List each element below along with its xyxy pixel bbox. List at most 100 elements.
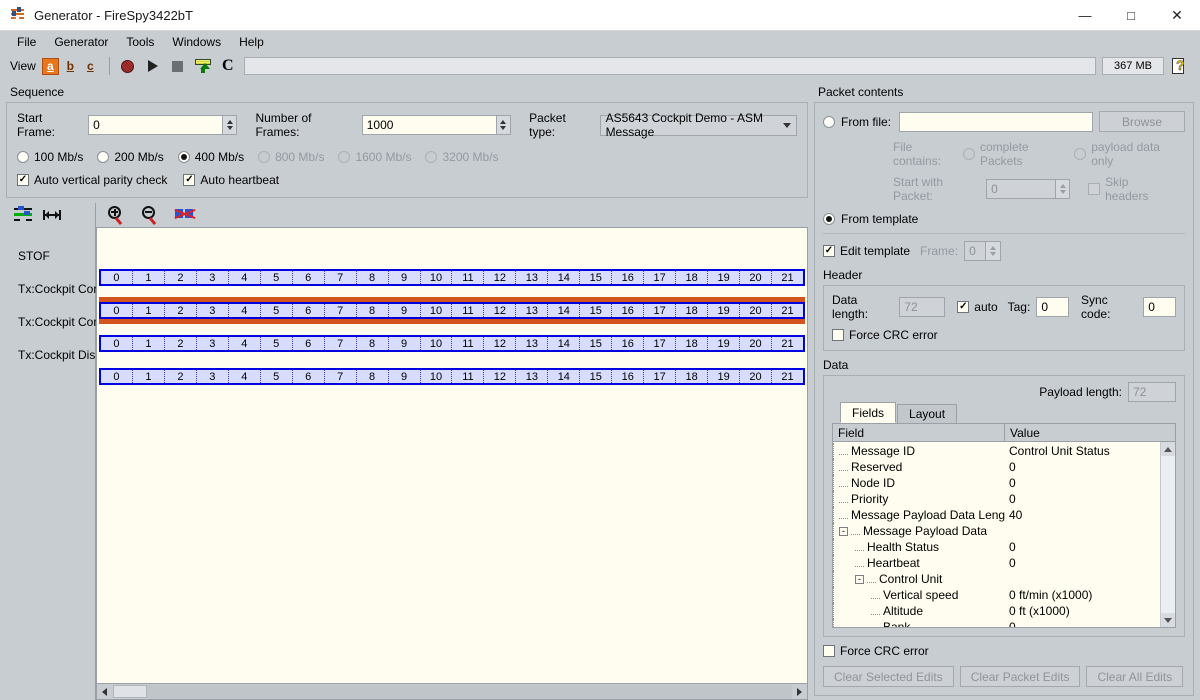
upload-icon[interactable] xyxy=(192,56,214,76)
timeline-cell[interactable]: 17 xyxy=(644,370,677,383)
timeline-cell[interactable]: 8 xyxy=(357,337,389,350)
timeline-cell[interactable]: 10 xyxy=(421,370,453,383)
timeline-hscrollbar[interactable] xyxy=(96,684,808,700)
header-force-crc-checkbox[interactable] xyxy=(832,329,844,341)
auto-vertical-parity-checkbox[interactable]: ✓ xyxy=(17,174,29,186)
timeline-cell[interactable]: 11 xyxy=(452,304,485,317)
close-button[interactable]: ✕ xyxy=(1154,0,1200,31)
timeline-cell[interactable]: 9 xyxy=(389,304,421,317)
view-tab-c[interactable]: c xyxy=(82,58,99,75)
maximize-button[interactable]: □ xyxy=(1108,0,1154,31)
timeline-cell[interactable]: 4 xyxy=(229,337,261,350)
edit-template-checkbox[interactable]: ✓ xyxy=(823,245,835,257)
timeline-cell[interactable]: 6 xyxy=(293,271,325,284)
timeline-cell[interactable]: 2 xyxy=(165,271,197,284)
timeline-cell[interactable]: 17 xyxy=(644,304,677,317)
timeline-cell[interactable]: 5 xyxy=(261,337,293,350)
timeline-cell[interactable]: 7 xyxy=(325,271,357,284)
auto-heartbeat-checkbox[interactable]: ✓ xyxy=(183,174,196,186)
tag-input[interactable]: 0 xyxy=(1036,297,1070,317)
timeline-cell[interactable]: 14 xyxy=(548,304,581,317)
record-icon[interactable] xyxy=(117,56,139,76)
table-row[interactable]: Message ID Control Unit Status xyxy=(833,443,1160,459)
timeline-cell[interactable]: 3 xyxy=(197,337,229,350)
timeline-cell[interactable]: 15 xyxy=(580,370,613,383)
speed-radio-100[interactable] xyxy=(17,151,29,163)
table-row[interactable]: Heartbeat 0 xyxy=(833,555,1160,571)
timeline-cell[interactable]: 3 xyxy=(197,370,229,383)
view-tab-b[interactable]: b xyxy=(62,58,79,75)
timeline-cell[interactable]: 9 xyxy=(389,370,421,383)
timeline-cell[interactable]: 5 xyxy=(261,304,293,317)
timeline-cell[interactable]: 13 xyxy=(516,304,549,317)
timeline-cell[interactable]: 11 xyxy=(452,337,485,350)
timeline-cell[interactable]: 1 xyxy=(133,370,165,383)
menu-file[interactable]: File xyxy=(8,33,45,51)
timeline-cell[interactable]: 19 xyxy=(708,370,741,383)
start-frame-spinner[interactable] xyxy=(222,115,238,135)
timeline-cell[interactable]: 21 xyxy=(772,304,803,317)
table-row[interactable]: Node ID 0 xyxy=(833,475,1160,491)
menu-generator[interactable]: Generator xyxy=(45,33,117,51)
browse-button[interactable]: Browse xyxy=(1099,111,1185,132)
timeline-canvas[interactable]: 0 1 2 3 4 5 6 7 8 9 10 11 12 13 14 15 16 17 18 19 20 21 01234… xyxy=(96,227,808,684)
timeline-cell[interactable]: 11 xyxy=(452,370,485,383)
table-row[interactable]: Message Payload Data Length 40 xyxy=(833,507,1160,523)
timeline-cell[interactable]: 0 xyxy=(101,304,133,317)
timeline-cell[interactable]: 8 xyxy=(357,370,389,383)
timeline-cell[interactable]: 19 xyxy=(708,304,741,317)
tree-collapse-icon[interactable]: - xyxy=(839,526,848,536)
timeline-cell[interactable]: 2 xyxy=(165,337,197,350)
timeline-track-0[interactable]: 0 1 2 3 4 5 6 7 8 9 10 11 12 13 14 15 16 17 18 19 20 21 xyxy=(99,269,805,286)
timeline-cell[interactable]: 14 xyxy=(548,370,581,383)
c-icon[interactable]: C xyxy=(217,56,239,76)
timeline-cell[interactable]: 1 xyxy=(133,304,165,317)
timeline-cell[interactable]: 20 xyxy=(740,271,773,284)
timeline-cell[interactable]: 18 xyxy=(676,337,709,350)
timeline-cell[interactable]: 10 xyxy=(421,337,453,350)
table-row[interactable]: - Control Unit xyxy=(833,571,1160,587)
table-row[interactable]: Vertical speed 0 ft/min (x1000) xyxy=(833,587,1160,603)
timeline-cell[interactable]: 18 xyxy=(676,304,709,317)
timeline-cell[interactable]: 10 xyxy=(421,304,453,317)
timeline-cell[interactable]: 14 xyxy=(548,337,581,350)
timeline-cell[interactable]: 7 xyxy=(325,370,357,383)
number-of-frames-input[interactable]: 1000 xyxy=(361,115,497,135)
tree-collapse-icon[interactable]: - xyxy=(855,574,864,584)
address-input[interactable] xyxy=(243,57,1096,75)
timeline-cell[interactable]: 7 xyxy=(325,337,357,350)
minimize-button[interactable]: — xyxy=(1062,0,1108,31)
start-frame-input[interactable]: 0 xyxy=(88,115,223,135)
data-force-crc-checkbox[interactable] xyxy=(823,645,835,657)
from-file-input[interactable] xyxy=(899,111,1093,132)
stop-icon[interactable] xyxy=(167,56,189,76)
timeline-cell[interactable]: 10 xyxy=(421,271,453,284)
auto-checkbox[interactable]: ✓ xyxy=(957,301,970,313)
timeline-cell[interactable]: 17 xyxy=(644,337,677,350)
packet-type-select[interactable]: AS5643 Cockpit Demo - ASM Message xyxy=(599,111,797,139)
timeline-cell[interactable]: 20 xyxy=(740,304,773,317)
timeline-track-3[interactable]: 0 1 2 3 4 5 6 7 8 9 10 11 12 13 14 15 16 17 18 19 20 21 xyxy=(99,368,805,385)
table-row[interactable]: Health Status 0 xyxy=(833,539,1160,555)
timeline-cell[interactable]: 7 xyxy=(325,304,357,317)
timeline-cell[interactable]: 4 xyxy=(229,304,261,317)
play-icon[interactable] xyxy=(142,56,164,76)
timeline-cell[interactable]: 12 xyxy=(484,370,517,383)
from-file-radio[interactable] xyxy=(823,115,835,128)
timeline-cell[interactable]: 3 xyxy=(197,271,229,284)
speed-radio-400[interactable] xyxy=(177,151,190,163)
timeline-cell[interactable]: 8 xyxy=(357,304,389,317)
timeline-cell[interactable]: 4 xyxy=(229,271,261,284)
timeline-cell[interactable]: 20 xyxy=(740,370,773,383)
view-tab-a[interactable]: a xyxy=(41,57,59,75)
timeline-cell[interactable]: 14 xyxy=(548,271,581,284)
timeline-cell[interactable]: 0 xyxy=(101,271,133,284)
timeline-cell[interactable]: 2 xyxy=(165,370,197,383)
timeline-cell[interactable]: 3 xyxy=(197,304,229,317)
timeline-cell[interactable]: 0 xyxy=(101,370,133,383)
sync-code-input[interactable]: 0 xyxy=(1143,297,1176,317)
timeline-track-2[interactable]: 0 1 2 3 4 5 6 7 8 9 10 11 12 13 14 15 16 17 18 19 20 21 xyxy=(99,335,805,352)
scroll-right-icon[interactable] xyxy=(792,685,807,699)
timeline-cell[interactable]: 1 xyxy=(133,337,165,350)
timeline-cell[interactable]: 6 xyxy=(293,370,325,383)
